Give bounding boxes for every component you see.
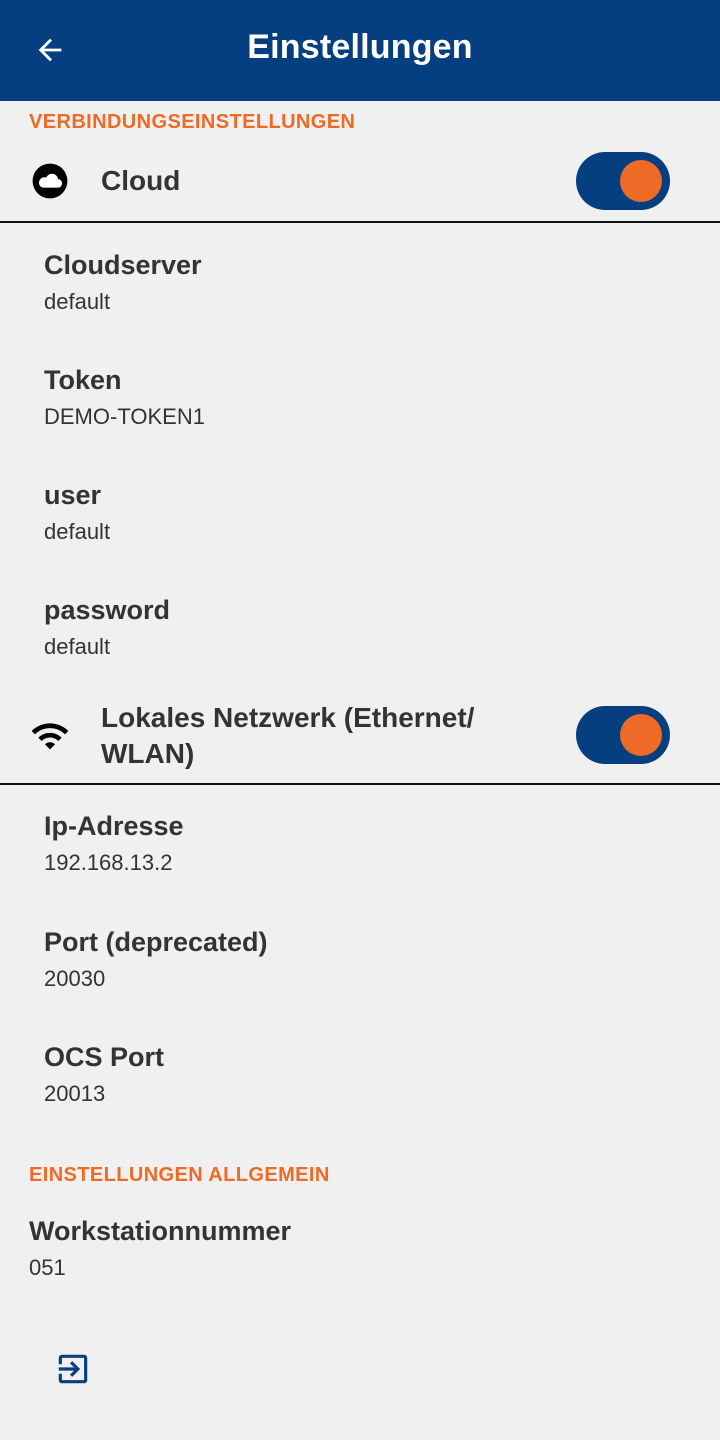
cloud-row: Cloud — [0, 150, 720, 212]
setting-value: default — [44, 289, 111, 314]
section-header-general: EINSTELLUNGEN ALLGEMEIN — [29, 1164, 330, 1186]
toggle-knob — [620, 714, 662, 756]
wifi-icon — [30, 716, 70, 756]
setting-title: Workstationnummer — [29, 1216, 292, 1246]
setting-value: DEMO-TOKEN1 — [44, 404, 205, 429]
setting-cloudserver[interactable]: Cloudserver default — [44, 248, 202, 316]
setting-ip-address[interactable]: Ip-Adresse 192.168.13.2 — [44, 809, 184, 877]
section-header-connection: VERBINDUNGSEINSTELLUNGEN — [29, 111, 356, 133]
setting-workstation-number[interactable]: Workstationnummer 051 — [29, 1214, 291, 1282]
page-title: Einstellungen — [247, 28, 473, 66]
local-network-label-line2: WLAN) — [101, 738, 195, 769]
logout-icon — [58, 1354, 88, 1384]
cloud-icon — [30, 161, 70, 201]
setting-user[interactable]: user default — [44, 478, 110, 546]
setting-value: 051 — [29, 1255, 66, 1280]
setting-value: 20030 — [44, 966, 106, 991]
setting-title: password — [44, 595, 171, 625]
app-bar: Einstellungen — [0, 0, 720, 101]
setting-value: default — [44, 634, 111, 659]
setting-title: user — [44, 480, 102, 510]
setting-title: OCS Port — [44, 1042, 165, 1072]
local-network-label: Lokales Netzwerk (Ethernet/ WLAN) — [101, 700, 474, 772]
setting-title: Ip-Adresse — [44, 811, 184, 841]
setting-title: Token — [44, 365, 122, 395]
cloud-toggle[interactable] — [576, 152, 670, 210]
divider — [0, 783, 720, 785]
setting-ocs-port[interactable]: OCS Port 20013 — [44, 1040, 164, 1108]
setting-port-deprecated[interactable]: Port (deprecated) 20030 — [44, 925, 268, 993]
local-network-label-line1: Lokales Netzwerk (Ethernet/ — [101, 702, 475, 733]
local-network-row: Lokales Netzwerk (Ethernet/ WLAN) — [0, 700, 720, 776]
setting-token[interactable]: Token DEMO-TOKEN1 — [44, 363, 205, 431]
logout-button[interactable] — [50, 1346, 96, 1392]
setting-value: default — [44, 519, 111, 544]
setting-title: Cloudserver — [44, 250, 202, 280]
setting-value: 20013 — [44, 1081, 106, 1106]
setting-password[interactable]: password default — [44, 593, 170, 661]
divider — [0, 221, 720, 223]
setting-title: Port (deprecated) — [44, 927, 268, 957]
toggle-knob — [620, 160, 662, 202]
cloud-label: Cloud — [101, 165, 181, 196]
local-network-toggle[interactable] — [576, 706, 670, 764]
setting-value: 192.168.13.2 — [44, 850, 173, 875]
